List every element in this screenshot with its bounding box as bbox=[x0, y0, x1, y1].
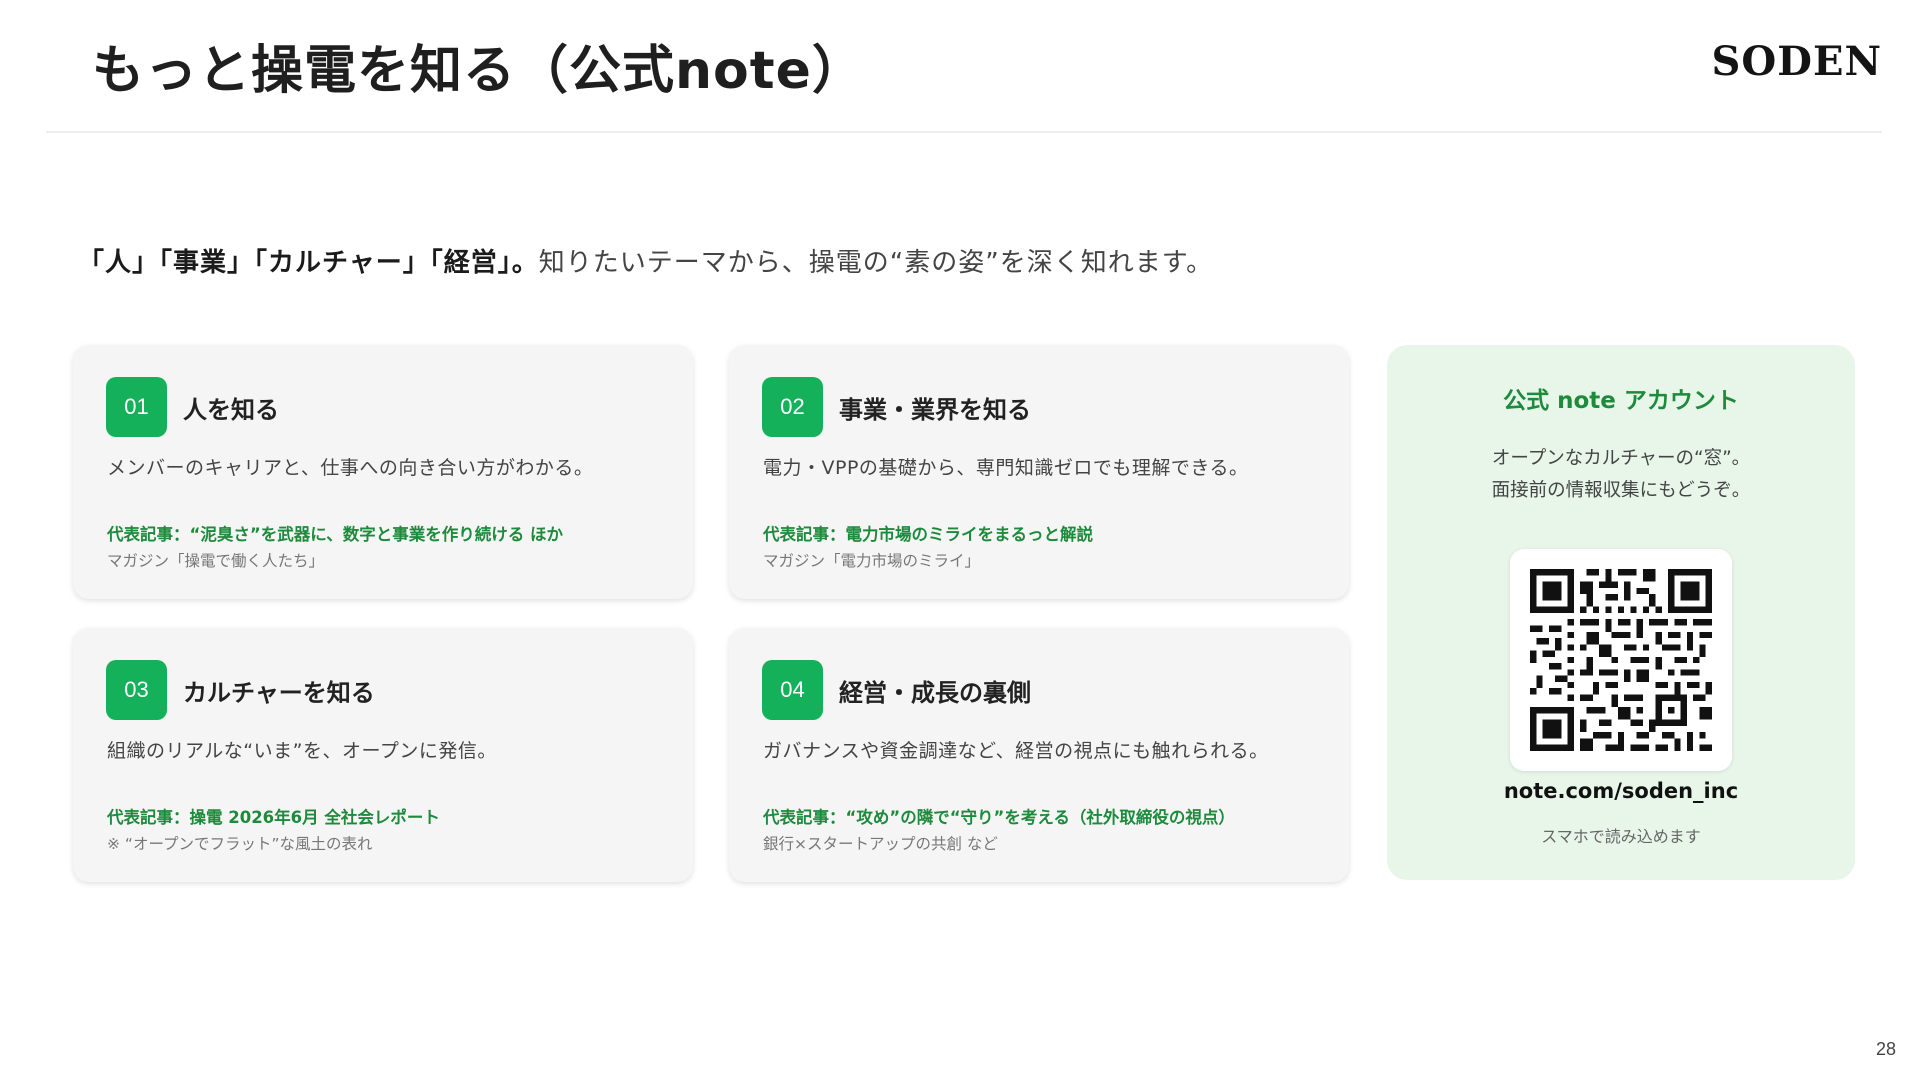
card-number-badge: 04 bbox=[762, 660, 823, 720]
qr-code[interactable] bbox=[1510, 549, 1732, 771]
soden-logo: SODEN bbox=[1711, 38, 1882, 85]
topic-card-management[interactable]: 04 経営・成長の裏側 ガバナンスや資金調達など、経営の視点にも触れられる。 代… bbox=[729, 628, 1349, 882]
lead-rest: 知りたいテーマから、操電の“素の姿”を深く知れます。 bbox=[538, 248, 1214, 278]
card-featured-article[interactable]: 代表記事：操電 2026年6月 全社会レポート bbox=[107, 804, 440, 828]
note-panel-description: オープンなカルチャーの“窓”。 面接前の情報収集にもどうぞ。 bbox=[1387, 443, 1855, 507]
card-magazine: 銀行×スタートアップの共創 など bbox=[763, 835, 998, 853]
card-title: カルチャーを知る bbox=[183, 679, 375, 707]
card-description: メンバーのキャリアと、仕事への向き合い方がわかる。 bbox=[107, 457, 594, 479]
card-description: ガバナンスや資金調達など、経営の視点にも触れられる。 bbox=[763, 740, 1269, 762]
card-title: 経営・成長の裏側 bbox=[839, 679, 1031, 707]
note-description-line: 面接前の情報収集にもどうぞ。 bbox=[1491, 480, 1751, 501]
lead-themes: 「人」「事業」「カルチャー」「経営」。 bbox=[78, 248, 539, 278]
topic-card-people[interactable]: 01 人を知る メンバーのキャリアと、仕事への向き合い方がわかる。 代表記事：“… bbox=[73, 345, 693, 599]
header-divider bbox=[46, 131, 1882, 133]
note-scan-caption: スマホで読み込めます bbox=[1541, 827, 1701, 846]
note-account-panel: 公式 note アカウント オープンなカルチャーの“窓”。 面接前の情報収集にも… bbox=[1387, 345, 1855, 880]
card-description: 組織のリアルな“いま”を、オープンに発信。 bbox=[107, 740, 497, 762]
topic-card-business[interactable]: 02 事業・業界を知る 電力・VPPの基礎から、専門知識ゼロでも理解できる。 代… bbox=[729, 345, 1349, 599]
page-title: もっと操電を知る（公式note） bbox=[92, 41, 865, 101]
card-number-badge: 01 bbox=[106, 377, 167, 437]
card-magazine: ※ “オープンでフラット”な風土の表れ bbox=[107, 835, 373, 853]
card-featured-article[interactable]: 代表記事：電力市場のミライをまるっと解説 bbox=[763, 521, 1093, 545]
card-number-badge: 03 bbox=[106, 660, 167, 720]
page-number: 28 bbox=[1875, 1039, 1896, 1059]
card-number-badge: 02 bbox=[762, 377, 823, 437]
note-url-link[interactable]: note.com/soden_inc bbox=[1387, 779, 1855, 803]
card-description: 電力・VPPの基礎から、専門知識ゼロでも理解できる。 bbox=[763, 457, 1249, 479]
card-featured-article[interactable]: 代表記事：“攻め”の隣で“守り”を考える（社外取締役の視点） bbox=[763, 804, 1235, 828]
card-title: 事業・業界を知る bbox=[839, 396, 1031, 424]
note-panel-heading: 公式 note アカウント bbox=[1503, 388, 1739, 414]
card-featured-article[interactable]: 代表記事：“泥臭さ”を武器に、数字と事業を作り続ける ほか bbox=[107, 521, 563, 545]
lead-text: 「人」「事業」「カルチャー」「経営」。知りたいテーマから、操電の“素の姿”を深く… bbox=[78, 242, 1213, 279]
card-magazine: マガジン「電力市場のミライ」 bbox=[763, 552, 981, 570]
card-title: 人を知る bbox=[183, 396, 279, 424]
qr-code-icon bbox=[1530, 569, 1712, 751]
card-magazine: マガジン「操電で働く人たち」 bbox=[107, 552, 325, 570]
note-description-line: オープンなカルチャーの“窓”。 bbox=[1491, 448, 1751, 469]
topic-card-culture[interactable]: 03 カルチャーを知る 組織のリアルな“いま”を、オープンに発信。 代表記事：操… bbox=[73, 628, 693, 882]
